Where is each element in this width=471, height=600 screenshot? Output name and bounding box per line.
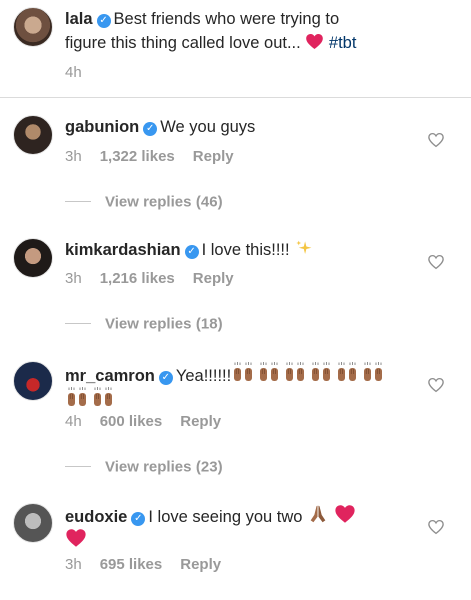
comment-time: 3h [65,148,82,165]
reply-button[interactable]: Reply [193,148,234,165]
view-replies-button[interactable]: View replies (46) [65,193,223,211]
view-replies-button[interactable]: View replies (18) [65,315,223,333]
view-replies-label: View replies [105,193,192,211]
divider [65,466,91,468]
raising-hands-emoji [91,386,115,410]
comment-time: 3h [65,556,82,573]
post-caption-line2: figure this thing called love out... #tb… [65,31,356,55]
red-heart-emoji [305,32,324,51]
comment-time: 3h [65,270,82,287]
comment-text: eudoxie ✓ I love seeing you two [65,503,356,529]
post-username[interactable]: lala [65,10,93,28]
verified-badge-icon: ✓ [158,371,173,385]
heart-outline-icon[interactable] [427,131,445,149]
comment-time: 4h [65,413,82,430]
post-caption-line1: lala ✓ Best friends who were trying to [65,7,339,31]
comment-text: mr_camron ✓ Yea!!!!!! [65,361,387,388]
comment-body: I love this!!!! [201,241,290,259]
comment-emoji-line [65,386,117,410]
divider [65,323,91,325]
raising-hands-emoji [257,361,281,385]
comment-avatar[interactable] [13,361,53,401]
view-replies-label: View replies [105,458,192,476]
replies-count: (46) [195,193,223,211]
likes-count[interactable]: 1,322 likes [100,148,175,165]
comment-body: I love seeing you two [148,508,303,526]
replies-count: (18) [195,315,223,333]
raising-hands-emoji [283,361,307,385]
replies-count: (23) [195,458,223,476]
comment-meta: 4h 600 likes Reply [65,413,221,431]
post-avatar[interactable] [13,7,53,47]
hashtag-link[interactable]: #tbt [329,34,357,52]
raising-hands-emoji [335,361,359,385]
likes-count[interactable]: 600 likes [100,413,163,430]
reply-button[interactable]: Reply [180,413,221,430]
comment-username[interactable]: gabunion [65,118,139,136]
sparkles-emoji [296,240,312,255]
comment-avatar[interactable] [13,503,53,543]
verified-badge-icon: ✓ [131,512,146,526]
verified-badge-icon: ✓ [96,14,111,28]
raising-hands-emoji [231,361,255,385]
folded-hands-emoji [310,505,326,523]
comment-username[interactable]: mr_camron [65,367,155,385]
view-replies-label: View replies [105,315,192,333]
comment-avatar[interactable] [13,115,53,155]
comment-avatar[interactable] [13,238,53,278]
comment-meta: 3h 1,216 likes Reply [65,270,234,288]
heart-outline-icon[interactable] [427,518,445,536]
divider [65,201,91,203]
reply-button[interactable]: Reply [180,556,221,573]
raising-hands-emoji [309,361,333,385]
comment-text: kimkardashian ✓ I love this!!!! [65,238,313,262]
comment-username[interactable]: eudoxie [65,508,127,526]
comment-username[interactable]: kimkardashian [65,241,181,259]
raising-hands-emoji [361,361,385,385]
heart-outline-icon[interactable] [427,253,445,271]
divider [0,97,471,98]
raising-hands-emoji [65,386,89,410]
comment-text: gabunion ✓ We you guys [65,115,255,139]
reply-button[interactable]: Reply [193,270,234,287]
comment-body: Yea!!!!!! [175,367,232,385]
view-replies-button[interactable]: View replies (23) [65,458,223,476]
verified-badge-icon: ✓ [184,245,199,259]
red-heart-emoji [334,503,356,525]
caption-text-1: Best friends who were trying to [113,10,340,28]
comment-body: We you guys [160,118,256,136]
verified-badge-icon: ✓ [143,122,158,136]
comment-meta: 3h 1,322 likes Reply [65,148,234,166]
red-heart-emoji [65,527,87,549]
caption-text-2: figure this thing called love out... [65,34,301,52]
likes-count[interactable]: 1,216 likes [100,270,175,287]
likes-count[interactable]: 695 likes [100,556,163,573]
post-time: 4h [65,64,82,81]
comment-meta: 3h 695 likes Reply [65,556,221,574]
comment-emoji-line [65,527,87,554]
heart-outline-icon[interactable] [427,376,445,394]
